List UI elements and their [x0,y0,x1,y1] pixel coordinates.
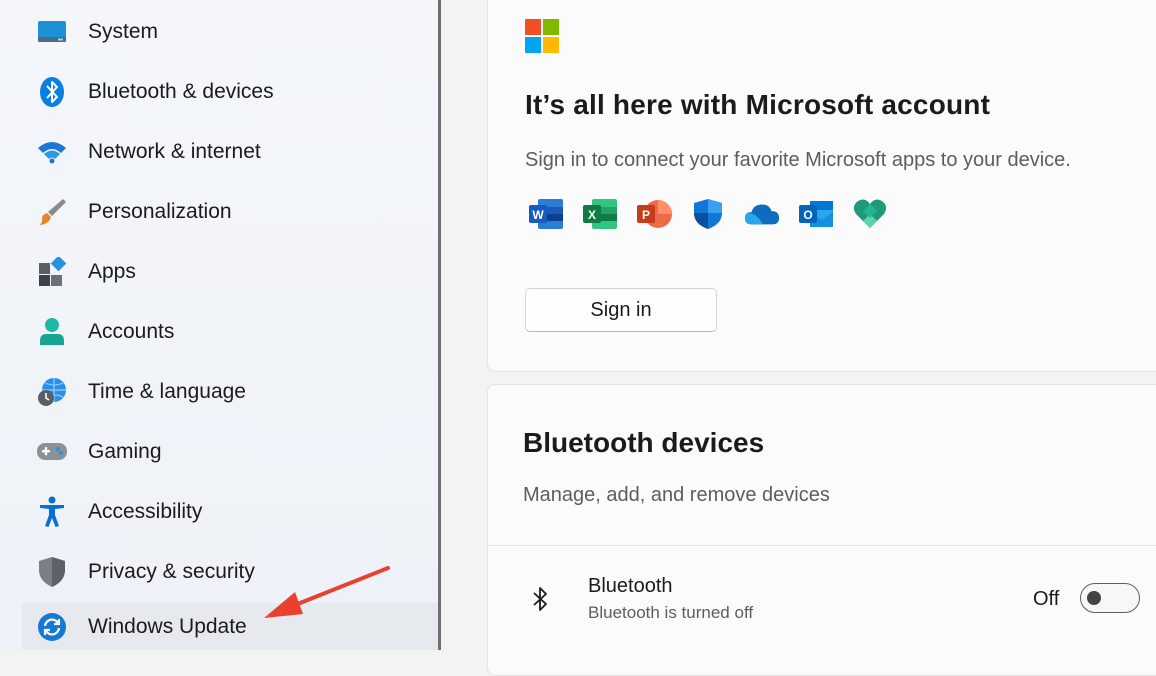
gamepad-icon [36,436,68,468]
sidebar-item-label: Apps [88,260,136,283]
bluetooth-toggle-state-label: Off [1033,588,1060,610]
apps-icon [36,256,68,288]
sign-in-button[interactable]: Sign in [525,288,717,332]
bluetooth-row-description: Bluetooth is turned off [588,603,754,622]
sidebar-item-windows-update[interactable]: Windows Update [22,603,440,650]
excel-icon: X [582,196,618,232]
bluetooth-icon [36,76,68,108]
defender-icon [690,196,726,232]
shield-icon [36,556,68,588]
divider [488,545,1156,546]
sidebar-item-label: Gaming [88,440,162,463]
sidebar-item-label: Bluetooth & devices [88,80,274,103]
sidebar-item-label: System [88,20,159,43]
sidebar-item-accounts[interactable]: Accounts [22,310,440,354]
sync-icon [36,611,68,643]
sidebar-item-label: Personalization [88,200,232,223]
person-icon [36,316,68,348]
sidebar-item-personalization[interactable]: Personalization [22,190,440,234]
microsoft-logo-icon [525,19,559,53]
sidebar-item-label: Time & language [88,380,246,403]
sidebar-item-label: Privacy & security [88,560,255,583]
sidebar-item-label: Windows Update [88,614,247,638]
account-card-title: It’s all here with Microsoft account [525,89,991,120]
bluetooth-toggle[interactable] [1080,583,1140,613]
sidebar-item-system[interactable]: System [22,10,440,54]
sidebar-item-time-language[interactable]: Time & language [22,370,440,414]
sidebar: System Bluetooth & devices Network & int… [0,0,440,650]
wifi-icon [36,136,68,168]
sidebar-item-label: Network & internet [88,140,261,163]
sidebar-item-label: Accessibility [88,500,203,523]
app-icons-row: W X P O [528,196,888,232]
main-content: It’s all here with Microsoft account Sig… [441,0,1156,676]
bluetooth-devices-card: Bluetooth devices Manage, add, and remov… [487,384,1156,676]
sidebar-item-label: Accounts [88,320,175,343]
sidebar-item-gaming[interactable]: Gaming [22,430,440,474]
word-icon: W [528,196,564,232]
bluetooth-row-title: Bluetooth [588,575,673,597]
bluetooth-row-icon [524,583,556,615]
system-icon [36,16,68,48]
sidebar-item-network[interactable]: Network & internet [22,130,440,174]
family-icon [852,196,888,232]
sidebar-item-accessibility[interactable]: Accessibility [22,490,440,534]
powerpoint-icon: P [636,196,672,232]
onedrive-icon [744,196,780,232]
outlook-icon: O [798,196,834,232]
svg-text:X: X [588,208,596,222]
svg-text:O: O [803,208,812,222]
microsoft-account-card: It’s all here with Microsoft account Sig… [487,0,1156,372]
paintbrush-icon [36,196,68,228]
toggle-knob [1087,591,1101,605]
svg-text:W: W [532,208,544,222]
sidebar-item-bluetooth[interactable]: Bluetooth & devices [22,70,440,114]
sidebar-item-apps[interactable]: Apps [22,250,440,294]
bluetooth-card-subtitle: Manage, add, and remove devices [523,484,830,506]
sidebar-item-privacy-security[interactable]: Privacy & security [22,550,440,594]
bluetooth-card-title: Bluetooth devices [523,427,765,458]
globe-clock-icon [36,376,68,408]
svg-text:P: P [642,208,650,222]
account-card-subtitle: Sign in to connect your favorite Microso… [525,149,1071,171]
accessibility-icon [36,496,68,528]
